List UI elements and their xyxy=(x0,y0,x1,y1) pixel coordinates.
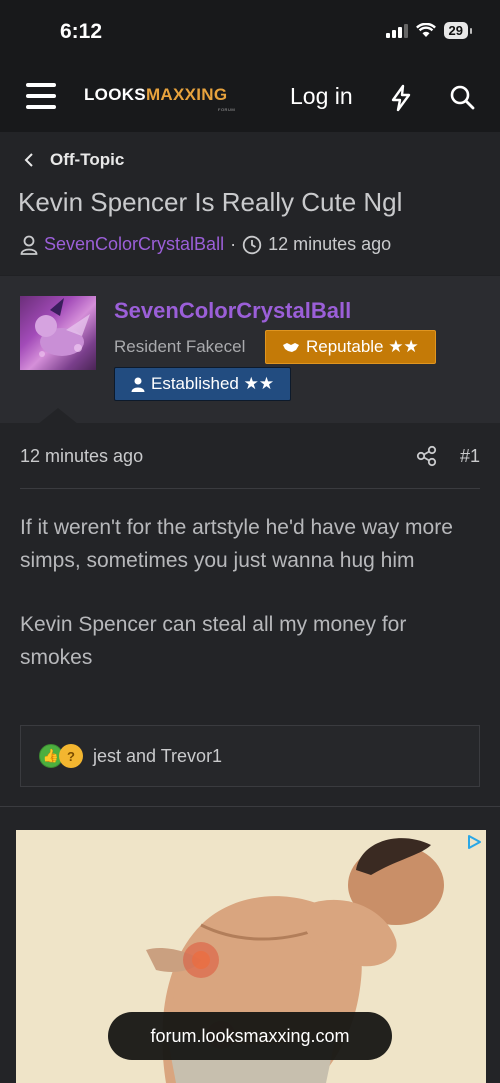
panel-notch xyxy=(38,408,78,424)
divider xyxy=(0,806,500,807)
avatar[interactable] xyxy=(20,296,96,370)
thread-title: Kevin Spencer Is Really Cute Ngl xyxy=(18,187,403,217)
post-user-panel: SevenColorCrystalBall Resident Fakecel R… xyxy=(0,275,500,423)
badge-established: Established ★★ xyxy=(114,367,292,401)
thread-time[interactable]: 12 minutes ago xyxy=(268,234,391,255)
post-username[interactable]: SevenColorCrystalBall xyxy=(114,298,351,324)
thread-meta: SevenColorCrystalBall · 12 minutes ago xyxy=(20,234,391,255)
user-icon xyxy=(131,377,145,392)
reaction-icons: 👍 ? xyxy=(39,744,83,768)
badge-reputable: Reputable ★★ xyxy=(265,330,436,364)
meta-separator: · xyxy=(230,234,237,254)
wifi-icon xyxy=(415,23,436,37)
post-number[interactable]: #1 xyxy=(460,446,480,467)
post-time[interactable]: 12 minutes ago xyxy=(20,446,143,467)
breadcrumb[interactable]: Off-Topic xyxy=(24,150,124,170)
thinking-face-icon: ? xyxy=(59,744,83,768)
breadcrumb-label[interactable]: Off-Topic xyxy=(50,150,124,170)
battery-indicator: 29 xyxy=(443,22,473,39)
post-paragraph: If it weren't for the artstyle he'd have… xyxy=(20,516,453,572)
reactions-bar[interactable]: 👍 ? jest and Trevor1 xyxy=(20,725,480,787)
user-icon xyxy=(20,235,38,255)
share-icon[interactable] xyxy=(416,445,438,467)
status-time: 6:12 xyxy=(60,20,103,43)
top-navbar: LOOKSMAXXING FORUM Log in xyxy=(0,62,500,132)
post-header: 12 minutes ago #1 xyxy=(20,445,480,467)
chevron-left-icon xyxy=(24,153,33,167)
handshake-icon xyxy=(283,343,299,352)
thread-author-link[interactable]: SevenColorCrystalBall xyxy=(44,234,224,255)
browser-url-bar[interactable]: forum.looksmaxxing.com xyxy=(108,1012,392,1060)
ad-choices-icon[interactable] xyxy=(466,834,482,850)
logo-subtitle: FORUM xyxy=(218,107,236,112)
reactions-text[interactable]: jest and Trevor1 xyxy=(93,746,222,767)
clock-icon xyxy=(242,235,262,254)
post-body: If it weren't for the artstyle he'd have… xyxy=(20,512,480,706)
bolt-icon[interactable] xyxy=(388,84,414,112)
menu-icon[interactable] xyxy=(26,83,56,109)
divider xyxy=(20,488,480,489)
site-logo[interactable]: LOOKSMAXXING xyxy=(84,85,227,105)
status-icons: 29 xyxy=(385,22,473,39)
user-title: Resident Fakecel xyxy=(114,337,246,356)
post-paragraph: Kevin Spencer can steal all my money for… xyxy=(20,613,407,669)
status-bar: 6:12 29 xyxy=(0,0,500,62)
search-icon[interactable] xyxy=(449,84,475,112)
signal-icon xyxy=(385,23,408,38)
login-button[interactable]: Log in xyxy=(290,83,353,110)
